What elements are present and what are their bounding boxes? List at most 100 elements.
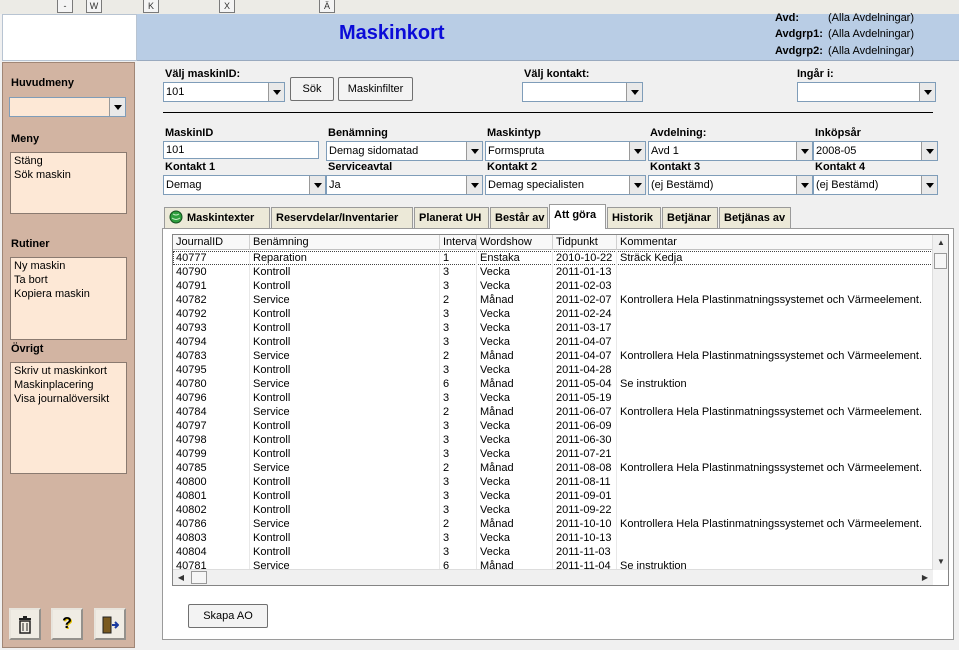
vertical-scrollbar[interactable]: ▲ ▼: [932, 235, 948, 570]
cell-journalid: 40798: [173, 433, 250, 447]
scroll-up-icon[interactable]: ▲: [933, 235, 948, 251]
column-header-wordshow[interactable]: Wordshow: [477, 235, 553, 250]
kontakt3-select[interactable]: (ej Bestämd): [648, 175, 813, 195]
journal-grid[interactable]: JournalID Benämning Interva Wordshow Tid…: [172, 234, 949, 586]
tab-historik[interactable]: Historik: [607, 207, 661, 228]
cell-tidpunkt: 2011-04-28: [553, 363, 617, 377]
maskinid-field[interactable]: 101: [163, 141, 319, 159]
chevron-down-icon[interactable]: [921, 176, 937, 194]
tab-att-gora[interactable]: Att göra: [549, 204, 606, 229]
table-row[interactable]: 40790 Kontroll 3 Vecka 2011-01-13: [173, 265, 933, 279]
column-header-intervall[interactable]: Interva: [440, 235, 477, 250]
table-row[interactable]: 40792 Kontroll 3 Vecka 2011-02-24: [173, 307, 933, 321]
column-header-kommentar[interactable]: Kommentar: [617, 235, 933, 250]
avdelning-label: Avdelning:: [650, 127, 707, 139]
column-header-journalid[interactable]: JournalID: [173, 235, 250, 250]
sok-button[interactable]: Sök: [290, 77, 334, 101]
inkopsar-select[interactable]: 2008-05: [813, 141, 938, 161]
table-row[interactable]: 40797 Kontroll 3 Vecka 2011-06-09: [173, 419, 933, 433]
menu-item-skriv-ut-maskinkort[interactable]: Skriv ut maskinkort: [14, 364, 123, 378]
huvudmeny-select[interactable]: [9, 97, 126, 117]
menu-item-stang[interactable]: Stäng: [14, 154, 123, 168]
benamning-select[interactable]: Demag sidomatad: [326, 141, 483, 161]
table-row[interactable]: 40796 Kontroll 3 Vecka 2011-05-19: [173, 391, 933, 405]
table-row[interactable]: 40800 Kontroll 3 Vecka 2011-08-11: [173, 475, 933, 489]
maskinfilter-button[interactable]: Maskinfilter: [338, 77, 413, 101]
chevron-down-icon[interactable]: [626, 83, 642, 101]
table-row[interactable]: 40785 Service 2 Månad 2011-08-08 Kontrollera …: [173, 461, 933, 475]
column-header-tidpunkt[interactable]: Tidpunkt: [553, 235, 617, 250]
help-button[interactable]: ?: [51, 608, 83, 640]
table-row[interactable]: 40782 Service 2 Månad 2011-02-07 Kontrollera …: [173, 293, 933, 307]
ingar-select[interactable]: [797, 82, 936, 102]
cell-kommentar: [617, 265, 933, 279]
table-row[interactable]: 40794 Kontroll 3 Vecka 2011-04-07: [173, 335, 933, 349]
table-row[interactable]: 40801 Kontroll 3 Vecka 2011-09-01: [173, 489, 933, 503]
table-row[interactable]: 40784 Service 2 Månad 2011-06-07 Kontrollera …: [173, 405, 933, 419]
chevron-down-icon[interactable]: [921, 142, 937, 160]
delete-button[interactable]: [9, 608, 41, 640]
table-row[interactable]: 40802 Kontroll 3 Vecka 2011-09-22: [173, 503, 933, 517]
table-row[interactable]: 40803 Kontroll 3 Vecka 2011-10-13: [173, 531, 933, 545]
exit-button[interactable]: [94, 608, 126, 640]
chevron-down-icon[interactable]: [796, 142, 812, 160]
cell-kommentar: [617, 531, 933, 545]
table-row[interactable]: 40798 Kontroll 3 Vecka 2011-06-30: [173, 433, 933, 447]
table-row[interactable]: 40793 Kontroll 3 Vecka 2011-03-17: [173, 321, 933, 335]
chevron-down-icon[interactable]: [466, 176, 482, 194]
chevron-down-icon[interactable]: [109, 98, 125, 116]
chevron-down-icon[interactable]: [629, 142, 645, 160]
maskintyp-select[interactable]: Formspruta: [485, 141, 646, 161]
kontakt1-select[interactable]: Demag: [163, 175, 326, 195]
cell-tidpunkt: 2011-10-13: [553, 531, 617, 545]
table-row[interactable]: 40783 Service 2 Månad 2011-04-07 Kontrollera …: [173, 349, 933, 363]
tab-reservdelar[interactable]: Reservdelar/Inventarier: [271, 207, 413, 228]
tab-planerat-uh[interactable]: Planerat UH: [414, 207, 489, 228]
table-row[interactable]: 40804 Kontroll 3 Vecka 2011-11-03: [173, 545, 933, 559]
cell-tidpunkt: 2010-10-22: [553, 251, 617, 265]
tab-betjanar[interactable]: Betjänar: [662, 207, 718, 228]
cell-tidpunkt: 2011-06-30: [553, 433, 617, 447]
scrollbar-thumb[interactable]: [934, 253, 947, 269]
kontakt2-select[interactable]: Demag specialisten: [485, 175, 646, 195]
cell-journalid: 40792: [173, 307, 250, 321]
chevron-down-icon[interactable]: [629, 176, 645, 194]
menu-item-maskinplacering[interactable]: Maskinplacering: [14, 378, 123, 392]
scroll-left-icon[interactable]: ◀: [173, 570, 189, 585]
tab-betjanas-av[interactable]: Betjänas av: [719, 207, 791, 228]
menu-item-kopiera-maskin[interactable]: Kopiera maskin: [14, 287, 123, 301]
serviceavtal-select[interactable]: Ja: [326, 175, 483, 195]
scroll-right-icon[interactable]: ▶: [917, 570, 933, 585]
menu-item-sok-maskin[interactable]: Sök maskin: [14, 168, 123, 182]
menu-item-ny-maskin[interactable]: Ny maskin: [14, 259, 123, 273]
menu-item-visa-journaloversikt[interactable]: Visa journalöversikt: [14, 392, 123, 406]
table-row[interactable]: 40791 Kontroll 3 Vecka 2011-02-03: [173, 279, 933, 293]
kontakt-search-select[interactable]: [522, 82, 643, 102]
tab-bestar-av[interactable]: Består av: [490, 207, 548, 228]
cell-journalid: 40777: [173, 251, 250, 265]
column-header-benamning[interactable]: Benämning: [250, 235, 440, 250]
cell-intervall: 3: [440, 447, 477, 461]
table-row[interactable]: 40777 Reparation 1 Enstaka 2010-10-22 Sträck …: [173, 251, 933, 265]
cell-wordshow: Månad: [477, 517, 553, 531]
chevron-down-icon[interactable]: [309, 176, 325, 194]
tab-maskintexter[interactable]: Maskintexter: [164, 207, 270, 228]
horizontal-scrollbar[interactable]: ◀ ▶: [173, 569, 933, 585]
table-row[interactable]: 40786 Service 2 Månad 2011-10-10 Kontrollera …: [173, 517, 933, 531]
table-row[interactable]: 40795 Kontroll 3 Vecka 2011-04-28: [173, 363, 933, 377]
scroll-down-icon[interactable]: ▼: [933, 554, 948, 570]
kontakt4-select[interactable]: (ej Bestämd): [813, 175, 938, 195]
avd-label: Avd:: [775, 12, 800, 24]
skapa-ao-button[interactable]: Skapa AO: [188, 604, 268, 628]
chevron-down-icon[interactable]: [466, 142, 482, 160]
cell-tidpunkt: 2011-03-17: [553, 321, 617, 335]
table-row[interactable]: 40799 Kontroll 3 Vecka 2011-07-21: [173, 447, 933, 461]
chevron-down-icon[interactable]: [268, 83, 284, 101]
maskinid-search-select[interactable]: 101: [163, 82, 285, 102]
menu-item-ta-bort[interactable]: Ta bort: [14, 273, 123, 287]
chevron-down-icon[interactable]: [919, 83, 935, 101]
chevron-down-icon[interactable]: [796, 176, 812, 194]
scrollbar-thumb[interactable]: [191, 571, 207, 584]
avdelning-select[interactable]: Avd 1: [648, 141, 813, 161]
table-row[interactable]: 40780 Service 6 Månad 2011-05-04 Se instrukti…: [173, 377, 933, 391]
